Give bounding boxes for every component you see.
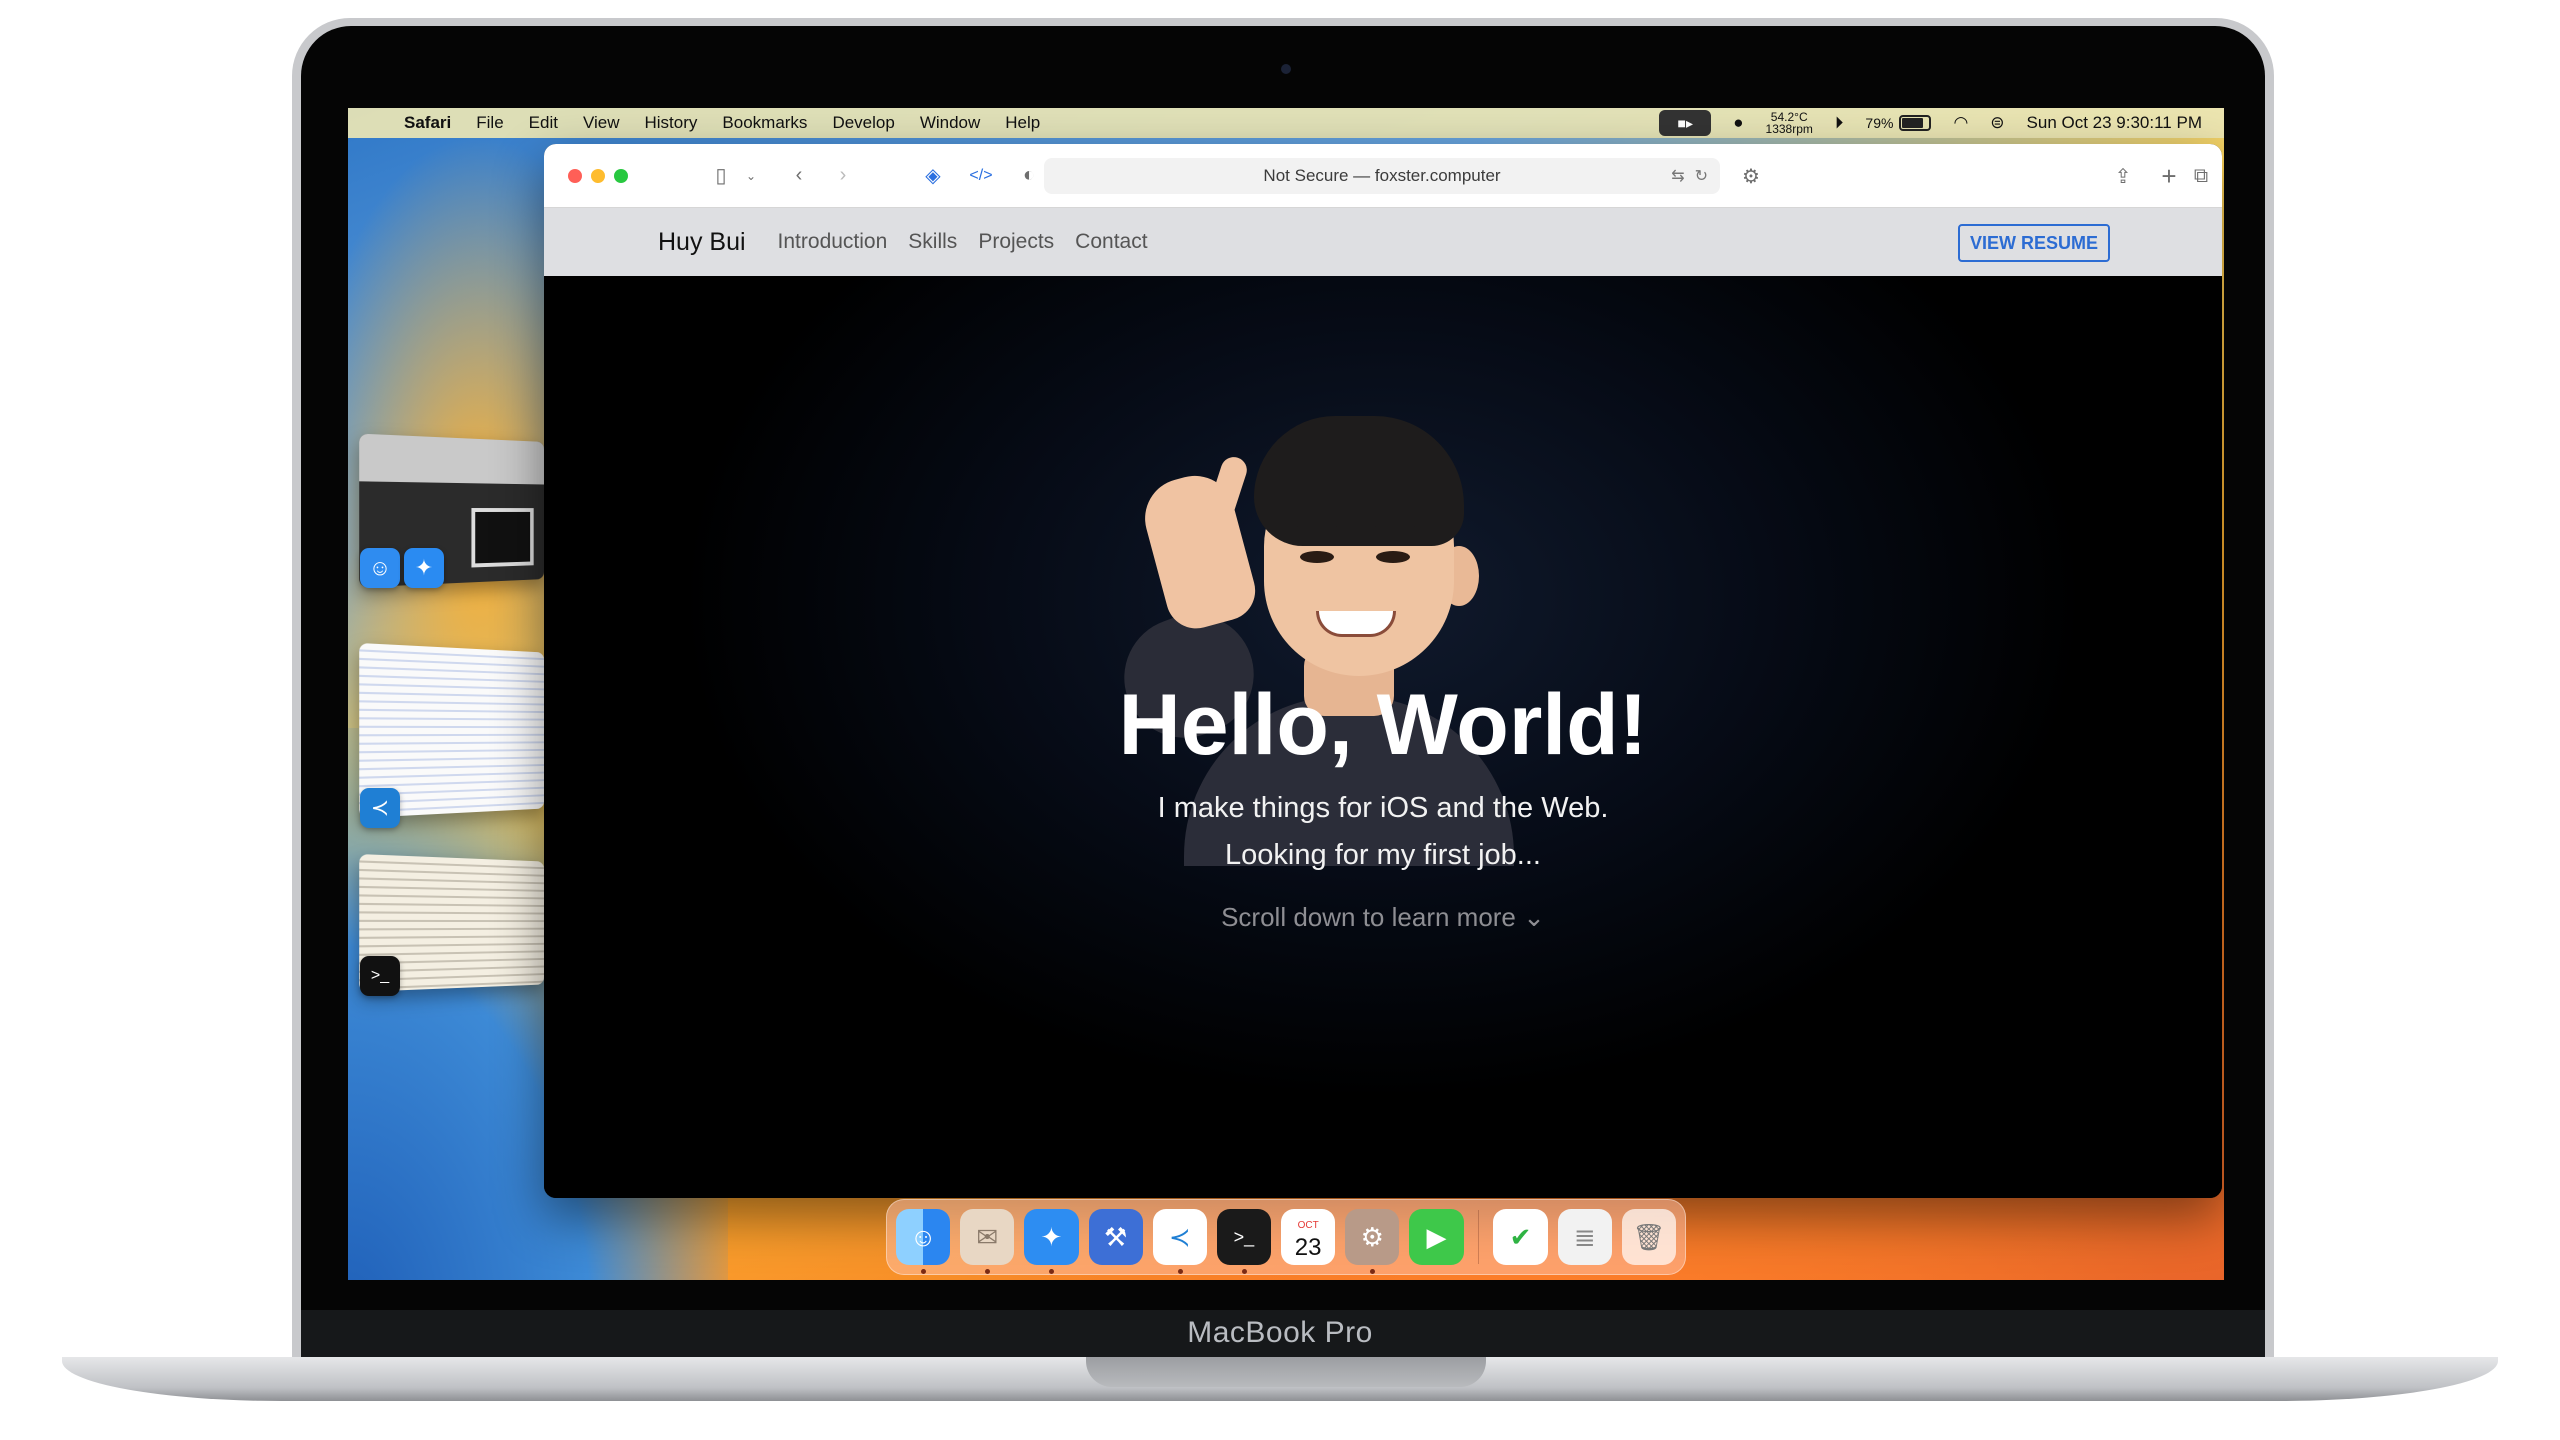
dock-finder-icon[interactable]: ☺: [896, 1209, 950, 1265]
hero-tagline-2: Looking for my first job...: [544, 839, 2222, 872]
dock-system-settings-icon[interactable]: ⚙: [1345, 1209, 1399, 1265]
battery-icon: [1899, 115, 1931, 131]
address-actions: ⇆ ↻: [1671, 158, 1708, 194]
nav-skills[interactable]: Skills: [908, 230, 957, 254]
running-indicator: [1370, 1269, 1375, 1274]
safari-window: ▯ ⌄ ‹ › ◈ </> ◐ Not Secure — foxster.com…: [544, 144, 2222, 1198]
dock-document-icon[interactable]: ≣: [1558, 1209, 1612, 1265]
battery-fill: [1902, 118, 1923, 128]
hero-tagline-1: I make things for iOS and the Web.: [544, 792, 2222, 825]
scroll-hint-link[interactable]: Scroll down to learn more ⌄: [544, 902, 2222, 933]
hero-section: Hello, World! I make things for iOS and …: [544, 276, 2222, 1198]
dock-facetime-icon[interactable]: ▶: [1409, 1209, 1463, 1265]
shield-icon[interactable]: ◐: [1014, 161, 1044, 191]
running-indicator: [985, 1269, 990, 1274]
control-center-icon[interactable]: ⊜: [1990, 113, 2004, 133]
menu-history[interactable]: History: [645, 113, 698, 133]
stage-window-preview: [359, 434, 544, 485]
status-area: ■▸ ● 54.2°C 1338rpm ⏵ 79% ◠ ⊜ Sun Oct 23…: [1659, 108, 2202, 138]
running-indicator: [1049, 1269, 1054, 1274]
safari-icon[interactable]: ✦: [404, 548, 444, 588]
running-indicator: [921, 1269, 926, 1274]
calendar-day: 23: [1295, 1237, 1322, 1259]
back-icon[interactable]: ‹: [784, 161, 814, 191]
dock-adguard-icon[interactable]: ✔: [1493, 1209, 1547, 1265]
menu-edit[interactable]: Edit: [529, 113, 558, 133]
avatar-eye: [1376, 551, 1410, 563]
window-controls: [568, 169, 628, 183]
menu-help[interactable]: Help: [1005, 113, 1040, 133]
dock-calendar-icon[interactable]: OCT 23: [1281, 1209, 1335, 1265]
finder-icon[interactable]: ☺: [360, 548, 400, 588]
tab-overview-icon[interactable]: ⧉: [2186, 161, 2216, 191]
dock-separator: [1478, 1210, 1480, 1264]
avatar-eye: [1300, 551, 1334, 563]
gear-icon[interactable]: ⚙: [1736, 161, 1766, 191]
sidebar-icon[interactable]: ▯: [706, 161, 736, 191]
menu-develop[interactable]: Develop: [832, 113, 894, 133]
forward-icon[interactable]: ›: [828, 161, 858, 191]
reload-icon[interactable]: ↻: [1695, 166, 1708, 186]
menu-app-name[interactable]: Safari: [404, 113, 451, 133]
menu-window[interactable]: Window: [920, 113, 980, 133]
camera-icon: [1281, 64, 1291, 74]
dock-vscode-icon[interactable]: ≺: [1153, 1209, 1207, 1265]
menu-clock[interactable]: Sun Oct 23 9:30:11 PM: [2027, 113, 2202, 133]
privacy-shield-icon[interactable]: ◈: [918, 161, 948, 191]
battery-percent: 79%: [1865, 115, 1893, 131]
nav-introduction[interactable]: Introduction: [778, 230, 888, 254]
avatar-brow: [1372, 526, 1418, 538]
new-tab-icon[interactable]: +: [2154, 161, 2184, 191]
nav-projects[interactable]: Projects: [978, 230, 1054, 254]
screen-recording-icon[interactable]: ■▸: [1659, 110, 1711, 136]
dock-mail-icon[interactable]: ✉: [960, 1209, 1014, 1265]
hero-headline: Hello, World!: [544, 676, 2222, 775]
menu-file[interactable]: File: [476, 113, 503, 133]
battery-indicator[interactable]: 79%: [1865, 115, 1931, 131]
menu-view[interactable]: View: [583, 113, 620, 133]
dock-trash-icon[interactable]: 🗑: [1622, 1209, 1676, 1265]
site-brand[interactable]: Huy Bui: [658, 228, 746, 257]
avatar-brow: [1294, 526, 1340, 538]
address-text: Not Secure — foxster.computer: [1263, 166, 1500, 186]
minimize-button[interactable]: [591, 169, 605, 183]
dock-safari-icon[interactable]: ✦: [1024, 1209, 1078, 1265]
system-stats[interactable]: 54.2°C 1338rpm: [1766, 111, 1813, 135]
chevron-down-icon[interactable]: ⌄: [736, 161, 766, 191]
view-resume-button[interactable]: VIEW RESUME: [1958, 224, 2110, 262]
dock: ☺ ✉ ✦ ⚒ ≺ >_ OCT 23 ⚙ ▶ ✔ ≣ 🗑: [886, 1199, 1686, 1275]
device-label: MacBook Pro: [1060, 1316, 1500, 1350]
running-indicator: [1178, 1269, 1183, 1274]
site-navbar: Huy Bui Introduction Skills Projects Con…: [544, 208, 2222, 276]
nav-contact[interactable]: Contact: [1075, 230, 1147, 254]
terminal-icon[interactable]: >_: [360, 956, 400, 996]
browser-toolbar: ▯ ⌄ ‹ › ◈ </> ◐ Not Secure — foxster.com…: [544, 144, 2222, 208]
record-dot-icon[interactable]: ●: [1733, 113, 1743, 133]
dock-terminal-icon[interactable]: >_: [1217, 1209, 1271, 1265]
dock-xcode-icon[interactable]: ⚒: [1089, 1209, 1143, 1265]
desktop-screen: Safari File Edit View History Bookmarks …: [348, 108, 2224, 1280]
code-icon[interactable]: </>: [966, 161, 996, 191]
zoom-button[interactable]: [614, 169, 628, 183]
vscode-icon[interactable]: ≺: [360, 788, 400, 828]
laptop-opening-notch: [1086, 1357, 1486, 1387]
running-indicator: [1242, 1269, 1247, 1274]
fan-readout: 1338rpm: [1766, 123, 1813, 135]
avatar-hair: [1254, 416, 1464, 546]
address-bar[interactable]: Not Secure — foxster.computer ⇆ ↻: [1044, 158, 1720, 194]
now-playing-icon[interactable]: ⏵: [1835, 113, 1844, 133]
wifi-icon[interactable]: ◠: [1953, 113, 1968, 133]
menu-bar: Safari File Edit View History Bookmarks …: [348, 108, 2224, 138]
translate-icon[interactable]: ⇆: [1671, 166, 1684, 186]
menu-bookmarks[interactable]: Bookmarks: [722, 113, 807, 133]
avatar-hand: [1136, 467, 1262, 635]
share-icon[interactable]: ⇪: [2108, 161, 2138, 191]
close-button[interactable]: [568, 169, 582, 183]
stage-window-preview: [471, 508, 533, 567]
